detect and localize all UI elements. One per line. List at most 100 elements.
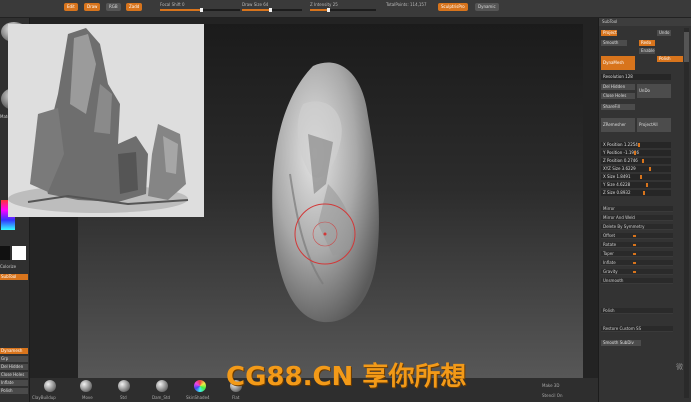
material-skinshade-icon[interactable] [194,380,206,392]
deformation-item[interactable]: Delete By Symmetry [601,224,673,230]
transform-slider-label: X Size 1.8491 [603,174,631,179]
deformation-item-label: Gravity [603,269,618,274]
deformation-item[interactable]: Mirror And Weld [601,215,673,221]
main-color-swatch[interactable] [12,246,26,260]
smooth-button[interactable]: Smooth [601,40,627,46]
project-all-button[interactable]: ProjectAll [637,118,671,132]
brush-clay-buildup-icon[interactable] [44,380,56,392]
del-hidden-shelf-button[interactable]: Del Hidden [0,364,28,370]
deformation-item[interactable]: Mirror [601,206,673,212]
transform-slider[interactable]: X Size 1.8491 [601,174,671,180]
deformation-item-label: Offset [603,233,616,238]
transform-slider-label: Y Size 4.6228 [603,182,631,187]
draw-size-label: Draw Size 64 [242,2,269,7]
dynamesh-button[interactable]: DynaMesh [601,56,635,70]
deformation-item[interactable]: Taper [601,251,673,257]
draw-size-slider[interactable] [242,8,302,12]
close-holes-button[interactable]: Close Holes [601,93,635,99]
z-intensity-label: Z Intensity 25 [310,2,338,7]
transform-slider-marker [638,143,640,147]
polish-shelf-button[interactable]: Polish [0,388,28,394]
stencil-label[interactable]: Stencil On [542,393,562,398]
transform-slider-marker [643,191,645,195]
focal-shift-label: Focal Shift 0 [160,2,185,7]
brush-label: ClayBuildup [32,395,56,400]
subtool-tab[interactable]: SubTool [0,274,28,280]
make-3d-label[interactable]: Make 3D [542,383,559,388]
undo-history-button[interactable]: UnDo [637,84,671,98]
draw-button[interactable]: Draw [84,3,101,11]
sharefill-button[interactable]: ShareFill [601,104,635,110]
total-points-readout: TotalPoints: 114,157 [386,2,427,7]
z-intensity-slider[interactable] [310,8,376,12]
transform-slider-marker [649,167,651,171]
dynamesh-shelf-button[interactable]: Dynamesh [0,348,28,354]
smooth-subdiv-button[interactable]: Smooth SubDiv [601,340,641,346]
brush-label: Dam_Std [152,395,171,400]
focal-shift-slider[interactable] [160,8,240,12]
brush-label: SkinShade4 [186,395,210,400]
deformation-item-label: Mirror [603,206,615,211]
tool-palette-scrollbar[interactable] [684,28,689,398]
deformation-item-label: Delete By Symmetry [603,224,645,229]
transform-slider-marker [646,183,648,187]
project-button[interactable]: Project [601,30,617,36]
transform-slider[interactable]: Y Size 4.6228 [601,182,671,188]
polish-top-button[interactable]: Polish [657,56,683,62]
inflate-shelf-button[interactable]: Inflate [0,380,28,386]
deformation-item[interactable]: Rotate [601,242,673,248]
brush-dam-standard-icon[interactable] [156,380,168,392]
transform-slider[interactable]: Z Size 0.8932 [601,190,671,196]
top-toolbar: Edit Draw RGB Zadd Focal Shift 0 Draw Si… [0,0,691,18]
del-hidden-button[interactable]: Del Hidden [601,84,635,90]
brush-move-icon[interactable] [80,380,92,392]
deformation-item[interactable]: Unsmooth [601,278,673,284]
transform-slider-marker [634,151,636,155]
transform-slider-marker [642,159,644,163]
deformation-slider-marker [633,244,636,246]
reference-image [8,24,204,217]
deformation-item-label: Inflate [603,260,616,265]
brush-label: Std [120,395,127,400]
transform-slider-label: X Position 1.2254 [603,142,638,147]
deformation-item[interactable]: Offset [601,233,673,239]
brush-standard-icon[interactable] [118,380,130,392]
restore-custom-button[interactable]: Restore Custom SS [601,326,673,332]
secondary-color-swatch[interactable] [0,246,10,260]
edit-button[interactable]: Edit [64,3,78,11]
deformation-item-label: Taper [603,251,614,256]
undo-top-button[interactable]: Undo [657,30,671,36]
rgb-button[interactable]: RGB [106,3,121,11]
transform-slider-label: XYZ Size 3.6229 [603,166,636,171]
deformation-item-label: Rotate [603,242,617,247]
sculptris-pro-button[interactable]: SculptrisPro [438,3,468,11]
transform-slider-label: Z Position 0.2746 [603,158,638,163]
enable-button[interactable]: Enable [639,48,655,54]
transform-slider-marker [640,175,642,179]
deformation-item[interactable]: Inflate [601,260,673,266]
transform-slider[interactable]: Y Position -1.1986 [601,150,671,156]
close-holes-shelf-button[interactable]: Close Holes [0,372,28,378]
site-watermark: CG88.CN 享你所想 [226,362,467,392]
transform-slider[interactable]: Z Position 0.2746 [601,158,671,164]
brush-label: Move [82,395,93,400]
zremesher-button[interactable]: ZRemesher [601,118,635,132]
tool-palette: SubTool Project Undo Smooth Redo Enable … [598,18,691,402]
deformation-slider-marker [633,262,636,264]
tool-palette-header[interactable]: SubTool [599,18,691,26]
grp-shelf-button[interactable]: Grp [0,356,28,362]
transform-slider[interactable]: X Position 1.2254 [601,142,671,148]
rock-reference-illustration [8,24,204,217]
transform-slider[interactable]: XYZ Size 3.6229 [601,166,671,172]
brush-label: Flat [232,395,240,400]
resolution-slider[interactable]: Resolution 128 [601,74,671,80]
zadd-button[interactable]: Zadd [126,3,143,11]
dynamic-button[interactable]: Dynamic [475,3,499,11]
transform-slider-label: Z Size 0.8932 [603,190,631,195]
corner-watermark: 微 [676,363,683,371]
deformation-item[interactable]: Gravity [601,269,673,275]
deformation-slider-marker [633,271,636,273]
polish-slider[interactable]: Polish [601,308,673,314]
colorize-label: Colorize [0,264,17,269]
redo-button[interactable]: Redo [639,40,655,46]
